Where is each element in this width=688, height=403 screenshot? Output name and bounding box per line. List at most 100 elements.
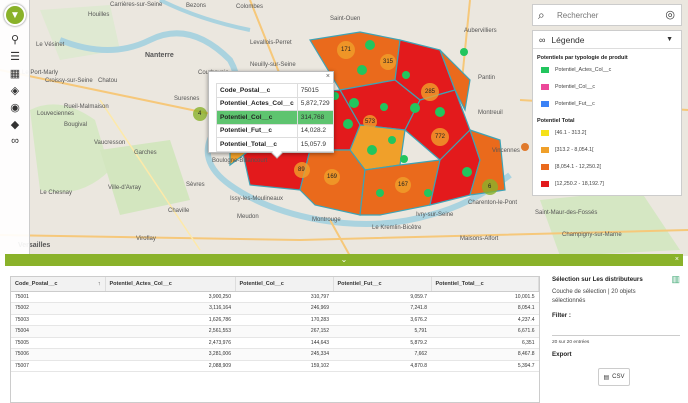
table-row[interactable]: 75006 3,281,006 245,334 7,662 8,467.8: [11, 348, 539, 361]
selection-title: Sélection sur Les distributeurs: [552, 276, 643, 283]
table-row[interactable]: 75005 2,473,976 144,643 5,879.2 6,351: [11, 337, 539, 349]
column-header[interactable]: Potentiel_Col__c: [235, 277, 334, 292]
filter-input[interactable]: [552, 324, 680, 336]
table-cell: 3,281,006: [105, 348, 235, 361]
table-cell: 75002: [11, 302, 105, 315]
place-label: Aubervilliers: [464, 28, 497, 34]
bubble-value: 4: [198, 111, 202, 117]
place-label: Suresnes: [174, 96, 200, 102]
globe-icon[interactable]: ◉: [7, 100, 23, 114]
table-cell: 8,467.8: [431, 348, 539, 361]
table-cell: 10,001.5: [431, 291, 539, 303]
legend-section-products: Potentiels par typologie de produit: [537, 55, 628, 61]
table-cell: 75004: [11, 325, 105, 338]
place-label: Chatou: [98, 78, 118, 84]
place-label: Louveciennes: [37, 111, 75, 117]
table-cell: 267,152: [235, 325, 333, 338]
place-label: Boulogne-Billancourt: [212, 158, 268, 164]
place-label: Meudon: [237, 214, 259, 220]
place-label: Viroflay: [136, 236, 156, 242]
place-label: Rueil-Malmaison: [64, 104, 109, 110]
close-icon[interactable]: ×: [675, 254, 679, 266]
place-label: Levallois-Perret: [250, 40, 292, 46]
column-header[interactable]: Potentiel_Fut__c: [333, 277, 432, 292]
place-label: Issy-les-Moulineaux: [230, 196, 284, 202]
bubble-value: 573: [365, 119, 376, 125]
binoculars-icon[interactable]: ∞: [7, 134, 23, 148]
popup-value: 314,768: [296, 110, 334, 125]
legend-item-label: Potentiel_Actes_Col__c: [555, 67, 612, 73]
popup-row: Code_Postal__c 75015: [216, 83, 334, 98]
table-cell: 4,870.8: [333, 360, 431, 372]
filter-toggle-button[interactable]: ▼: [4, 4, 26, 26]
legend-item: Potentiel_Fut__c: [541, 101, 595, 107]
table-cell: 4,237.4: [431, 314, 539, 326]
table-header-row: Code_Postal__c ↑ Potentiel_Actes_Col__c …: [11, 277, 539, 292]
table-row[interactable]: 75003 1,626,786 170,283 3,676.2 4,237.4: [11, 314, 539, 326]
csv-export-button[interactable]: ▤ CSV: [598, 368, 630, 386]
place-label: Charenton-le-Pont: [468, 200, 518, 206]
calendar-icon[interactable]: ▦: [7, 66, 23, 80]
bubble-value: 89: [298, 167, 305, 173]
legend-item: Potentiel_Col__c: [541, 84, 595, 90]
place-label: Champigny-sur-Marne: [562, 232, 622, 238]
panel-resize-bar[interactable]: ⌄ ×: [5, 254, 683, 266]
place-label: Montrouge: [312, 217, 341, 223]
place-label: Le Vésinet: [36, 42, 65, 48]
table-row[interactable]: 75001 3,900,250 310,797 9,059.7 10,001.5: [11, 291, 539, 303]
layers-icon[interactable]: ◈: [7, 83, 23, 97]
table-cell: 3,116,164: [105, 302, 235, 315]
legend-item-label: Potentiel_Col__c: [555, 84, 596, 90]
feature-popup: × Code_Postal__c 75015 Potentiel_Actes_Co…: [208, 71, 334, 159]
table-row[interactable]: 75002 3,116,164 246,969 7,241.8 8,054.1: [11, 302, 539, 315]
table-row[interactable]: 75004 2,561,553 267,152 5,791 6,671.6: [11, 325, 539, 338]
table-cell: 246,969: [235, 302, 333, 315]
close-icon[interactable]: ×: [326, 73, 330, 80]
export-label: Export: [552, 351, 572, 358]
legend-item-label: Potentiel_Fut__c: [555, 101, 595, 107]
legend-header[interactable]: ∞ Légende ▼: [533, 31, 681, 49]
place-label: Bougival: [64, 122, 88, 128]
popup-table: Code_Postal__c 75015 Potentiel_Actes_Col_…: [216, 83, 334, 152]
chart-icon[interactable]: ▥: [671, 274, 680, 285]
place-label: Le Chesnay: [40, 190, 73, 196]
place-label: Croissy-sur-Seine: [45, 78, 93, 84]
bubble-value: 6: [488, 184, 492, 190]
sort-icon[interactable]: ↑: [98, 281, 101, 287]
legend-item: [313.2 - 8,054.1[: [541, 147, 594, 153]
column-header[interactable]: Potentiel_Actes_Col__c: [105, 277, 236, 292]
map-view[interactable]: Carrières-sur-Seine Bezons Colombes Houi…: [0, 0, 688, 256]
table-cell: 1,626,786: [105, 314, 235, 326]
place-label: Nanterre: [145, 52, 174, 59]
place-label: Ville-d'Avray: [108, 185, 141, 191]
column-header[interactable]: Code_Postal__c ↑: [11, 277, 106, 292]
chevron-down-icon[interactable]: ▼: [666, 36, 673, 43]
map-toolbar: ▼ ⚲ ☰ ▦ ◈ ◉ ◆ ∞: [0, 0, 30, 256]
place-label: Ivry-sur-Seine: [416, 212, 454, 218]
column-header[interactable]: Potentiel_Total__c: [431, 277, 539, 292]
table-cell: 75006: [11, 348, 105, 361]
bubble-value: 169: [327, 174, 338, 180]
locate-icon[interactable]: ◎: [665, 8, 675, 21]
table-row[interactable]: 75007 2,088,909 159,102 4,870.8 5,394.7: [11, 360, 539, 372]
search-input[interactable]: [557, 10, 653, 20]
place-label: Pantin: [478, 75, 496, 81]
chevron-down-icon[interactable]: ⌄: [341, 255, 348, 264]
table-cell: 9,059.7: [333, 291, 431, 303]
place-label: Neuilly-sur-Seine: [250, 62, 296, 68]
pin-icon[interactable]: ⚲: [7, 32, 23, 46]
compass-icon[interactable]: ◆: [7, 117, 23, 131]
table-cell: 3,676.2: [333, 314, 431, 326]
search-icon[interactable]: ⌕: [538, 8, 545, 23]
popup-key: Code_Postal__c: [216, 83, 298, 98]
table-cell: 144,643: [235, 337, 333, 349]
search-box: ⌕ ◎: [532, 4, 682, 26]
legend-title: Légende: [551, 34, 585, 45]
legend-item: Potentiel_Actes_Col__c: [541, 67, 611, 73]
csv-label: CSV: [612, 374, 625, 380]
table-cell: 3,900,250: [105, 291, 235, 303]
list-icon[interactable]: ☰: [7, 49, 23, 63]
file-icon: ▤: [603, 374, 610, 381]
table-cell: 2,561,553: [105, 325, 235, 338]
place-label: Saint-Ouen: [330, 16, 361, 22]
